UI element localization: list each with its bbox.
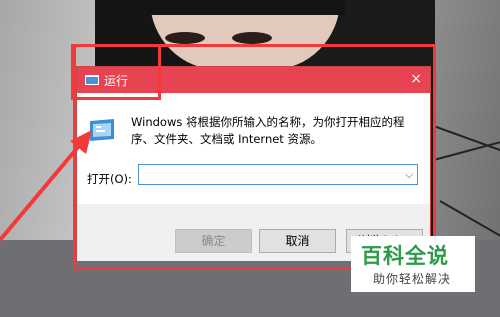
watermark: 百科全说 助你轻松解决: [351, 236, 475, 292]
watermark-title: 百科全说: [361, 244, 449, 268]
watermark-subtitle: 助你轻松解决: [373, 272, 452, 286]
